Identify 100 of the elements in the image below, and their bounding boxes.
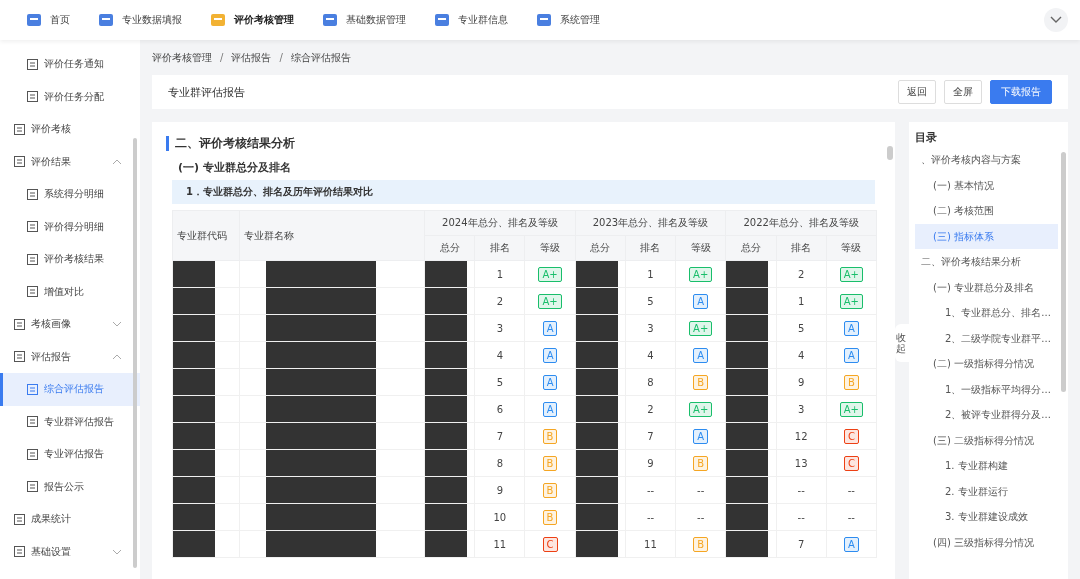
redaction-bar	[425, 396, 467, 422]
collapse-tab[interactable]: 收起	[895, 324, 909, 362]
toc-item[interactable]: 2、二级学院专业群平...	[915, 325, 1058, 351]
toc-item[interactable]: (四) 三级指标得分情况	[915, 529, 1058, 555]
rank-cell: 2	[647, 403, 654, 415]
grade-tag: B	[693, 536, 709, 552]
scrollbar[interactable]	[133, 138, 137, 568]
rank-cell: 10	[493, 511, 507, 523]
toolbar-button[interactable]: 全屏	[944, 80, 982, 104]
chevron-down-icon	[1050, 16, 1062, 24]
redaction-bar	[575, 261, 618, 287]
document-icon	[27, 481, 38, 493]
toc-item[interactable]: 1、一级指标平均得分...	[915, 376, 1058, 402]
nav-tab[interactable]: 评价考核管理	[210, 13, 294, 27]
toc-item[interactable]: (二) 考核范围	[915, 198, 1058, 224]
rank-cell: 5	[797, 322, 805, 334]
redaction-bar	[575, 450, 618, 476]
redaction-bar	[726, 477, 769, 503]
grade-tag: C	[843, 428, 859, 444]
redaction-bar	[575, 531, 618, 557]
breadcrumb-link[interactable]: 综合评估报告	[290, 50, 351, 65]
toc-item[interactable]: 3. 专业群建设成效	[915, 504, 1058, 530]
breadcrumb-separator: /	[220, 52, 224, 63]
sidebar-item[interactable]: 报告公示	[0, 470, 140, 503]
redaction-bar	[173, 450, 215, 476]
grade-tag: A+	[689, 266, 713, 282]
sidebar-item[interactable]: 系统得分明细	[0, 178, 140, 211]
sidebar-item[interactable]: 综合评估报告	[0, 373, 140, 406]
redaction-bar	[425, 450, 467, 476]
redaction-bar	[726, 315, 769, 341]
document-icon	[14, 318, 25, 330]
nav-tab[interactable]: 专业数据填报	[98, 13, 182, 27]
scrollbar[interactable]	[887, 146, 893, 160]
toc-item[interactable]: 2、被评专业群得分及...	[915, 402, 1058, 428]
sidebar-item[interactable]: 专业群评估报告	[0, 405, 140, 438]
nav-tab[interactable]: 基础数据管理	[322, 13, 406, 27]
toc-item[interactable]: (一) 基本情况	[915, 172, 1058, 198]
table-caption: 1．专业群总分、排名及历年评价结果对比	[172, 180, 875, 204]
toc-item[interactable]: (二) 一级指标得分情况	[915, 351, 1058, 377]
redaction-bar	[425, 369, 467, 395]
nav-tab[interactable]: 专业群信息	[434, 13, 508, 27]
nav-icon	[434, 13, 450, 27]
toc-item[interactable]: (三) 指标体系	[915, 223, 1058, 249]
redaction-bar	[575, 396, 618, 422]
grade-cell: --	[847, 484, 855, 496]
sidebar-item[interactable]: 评价得分明细	[0, 210, 140, 243]
sidebar-item[interactable]: 评估报告	[0, 340, 140, 373]
rank-cell: 3	[647, 322, 654, 334]
toc-item[interactable]: 、评价考核内容与方案	[915, 147, 1058, 173]
toc-item[interactable]: 1、专业群总分、排名...	[915, 300, 1058, 326]
rank-cell: 12	[794, 430, 808, 442]
sidebar-item[interactable]: 评价考核结果	[0, 243, 140, 276]
rank-cell: 5	[496, 376, 503, 388]
grade-cell: --	[697, 511, 705, 523]
rank-cell: 7	[797, 538, 805, 550]
toolbar-button[interactable]: 返回	[898, 80, 936, 104]
grade-tag: A	[843, 536, 859, 552]
toolbar-button[interactable]: 下载报告	[990, 80, 1052, 104]
grade-tag: A+	[689, 401, 713, 417]
redaction-bar	[425, 477, 467, 503]
sidebar-item[interactable]: 评价结果	[0, 145, 140, 178]
rank-cell: 4	[496, 349, 503, 361]
breadcrumb-link[interactable]: 评价考核管理	[152, 50, 212, 65]
sidebar-item[interactable]: 专业评估报告	[0, 438, 140, 471]
rank-cell: 3	[797, 403, 805, 415]
scrollbar[interactable]	[1061, 152, 1066, 392]
nav-tab[interactable]: 系统管理	[536, 13, 600, 27]
redaction-bar	[425, 423, 467, 449]
toc-item[interactable]: (一) 专业群总分及排名	[915, 274, 1058, 300]
sidebar-item[interactable]: 考核画像	[0, 308, 140, 341]
toc-item[interactable]: 二、评价考核结果分析	[915, 249, 1058, 275]
redaction-bar	[575, 477, 618, 503]
rank-cell: --	[797, 484, 805, 496]
sidebar-item[interactable]: 基础设置	[0, 535, 140, 568]
rank-cell: 6	[496, 403, 503, 415]
redaction-bar	[173, 261, 215, 287]
toc-item[interactable]: 2. 专业群运行	[915, 478, 1058, 504]
expand-button[interactable]	[1044, 8, 1068, 32]
breadcrumb-link[interactable]: 评估报告	[231, 50, 272, 65]
column-header: 专业群名称	[239, 210, 425, 261]
nav-tab[interactable]: 首页	[26, 13, 70, 27]
nav-icon	[536, 13, 552, 27]
toc-item[interactable]: (三) 二级指标得分情况	[915, 427, 1058, 453]
sidebar-item[interactable]: 增值对比	[0, 275, 140, 308]
toc-item[interactable]: 1. 专业群构建	[915, 453, 1058, 479]
grade-tag: B	[542, 455, 558, 471]
sidebar-item[interactable]: 评价考核	[0, 113, 140, 146]
redaction-bar	[726, 342, 769, 368]
breadcrumb-separator: /	[279, 52, 283, 63]
redaction-bar	[726, 504, 769, 530]
redaction-bar	[425, 504, 467, 530]
rank-cell: 7	[647, 430, 654, 442]
sidebar-item[interactable]: 成果统计	[0, 503, 140, 536]
document-icon	[14, 156, 25, 168]
rank-cell: 3	[496, 322, 503, 334]
grade-tag: C	[843, 455, 859, 471]
nav-icon	[322, 13, 338, 27]
redaction-bar	[173, 423, 215, 449]
sidebar-item[interactable]: 评价任务通知	[0, 48, 140, 81]
sidebar-item[interactable]: 评价任务分配	[0, 80, 140, 113]
